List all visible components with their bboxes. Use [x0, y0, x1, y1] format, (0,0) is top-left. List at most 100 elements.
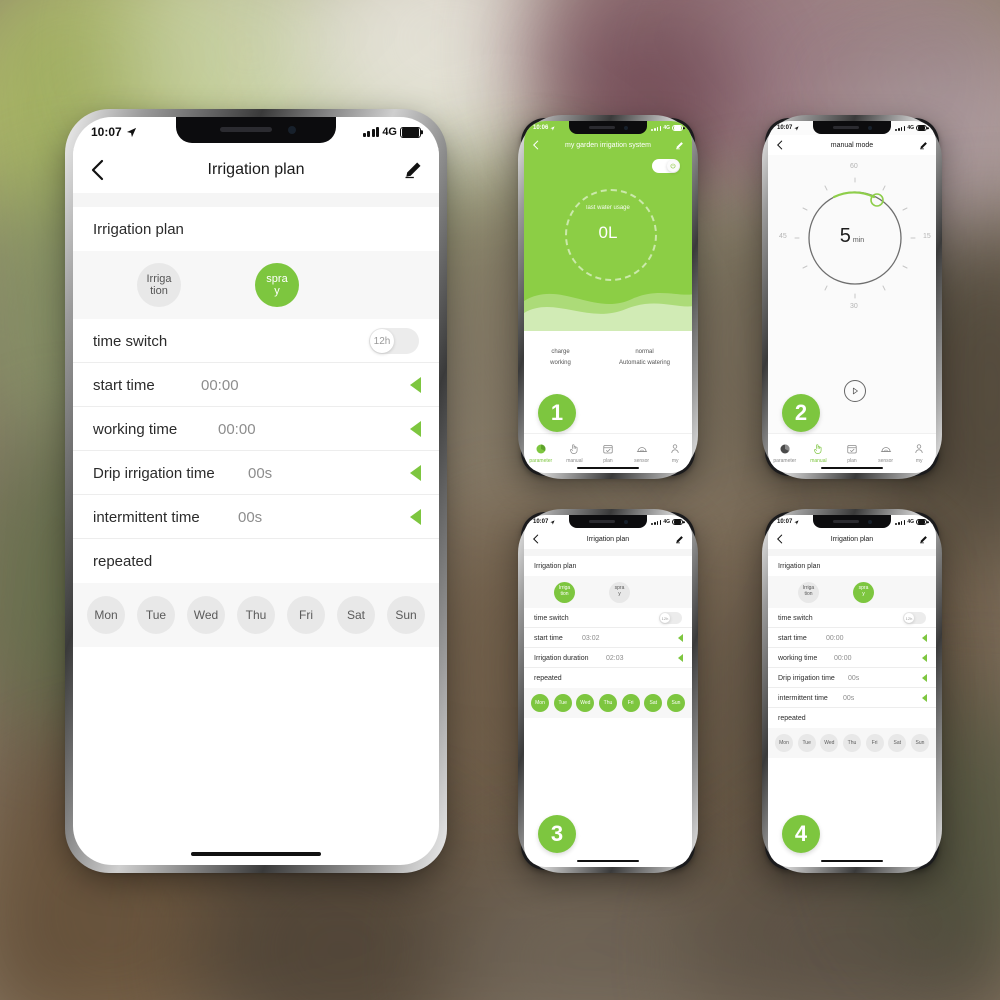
day-toggle-thu[interactable]: Thu: [842, 734, 861, 752]
chevron-left-arrow-icon[interactable]: [922, 654, 927, 662]
home-indicator[interactable]: [577, 466, 639, 469]
hero-wave-decoration: [524, 293, 692, 333]
row-time-switch[interactable]: time switch 12h: [73, 319, 439, 363]
day-toggle-mon[interactable]: Mon: [531, 694, 549, 712]
day-toggle-thu[interactable]: Thu: [237, 596, 275, 634]
edit-button[interactable]: [919, 141, 928, 150]
step-badge-number: 2: [794, 400, 808, 425]
dial-label-30: 30: [850, 303, 858, 310]
day-toggle-sun[interactable]: Sun: [387, 596, 425, 634]
status-items: charge working normal Automatic watering: [524, 349, 692, 366]
edit-button[interactable]: [403, 160, 423, 180]
row-time-switch[interactable]: time switch 12h: [524, 608, 692, 628]
back-button[interactable]: [776, 140, 783, 150]
back-button[interactable]: [89, 159, 105, 181]
mode-pill-irrigation[interactable]: Irriga tion: [554, 581, 575, 603]
signal-bars-icon: [651, 125, 662, 131]
chevron-left-arrow-icon[interactable]: [410, 509, 421, 525]
nav-bar: Irrigation plan: [768, 529, 936, 549]
edit-button[interactable]: [675, 535, 684, 544]
day-toggle-mon[interactable]: Mon: [87, 596, 125, 634]
phone-3-screen: 10:07 4G Irrigation plan Irrigation plan: [524, 515, 692, 867]
tab-parameter[interactable]: parameter: [768, 434, 802, 473]
home-indicator[interactable]: [577, 859, 639, 862]
mode-pill-irrigation[interactable]: Irriga tion: [798, 581, 819, 603]
day-label: Sat: [649, 700, 658, 706]
row-start-time[interactable]: start time 00:00: [73, 363, 439, 407]
back-button[interactable]: [532, 140, 539, 150]
day-toggle-fri[interactable]: Fri: [287, 596, 325, 634]
row-working-time[interactable]: working time 00:00: [73, 407, 439, 451]
chevron-left-arrow-icon[interactable]: [922, 674, 927, 682]
tab-my[interactable]: my: [902, 434, 936, 473]
home-indicator[interactable]: [191, 852, 321, 856]
row-value: 00s: [238, 508, 263, 526]
row-value: 00s: [848, 674, 860, 682]
tab-my[interactable]: my: [658, 434, 692, 473]
row-intermittent-time[interactable]: intermittent time 00s: [768, 688, 936, 708]
day-toggle-mon[interactable]: Mon: [775, 734, 793, 752]
day-toggle-tue[interactable]: Tue: [797, 734, 816, 752]
day-toggle-wed[interactable]: Wed: [187, 596, 225, 634]
mode-pill-spray[interactable]: spra y: [609, 581, 630, 603]
row-working-time[interactable]: working time 00:00: [768, 648, 936, 668]
day-toggle-fri[interactable]: Fri: [865, 734, 884, 752]
status-bar-right: 4G: [362, 126, 421, 138]
day-toggle-sat[interactable]: Sat: [644, 694, 663, 712]
row-drip-irrigation-time[interactable]: Drip irrigation time 00s: [768, 668, 936, 688]
day-toggle-sat[interactable]: Sat: [888, 734, 907, 752]
home-indicator[interactable]: [821, 466, 883, 469]
time-switch-toggle[interactable]: 12h: [659, 612, 682, 624]
day-toggle-tue[interactable]: Tue: [553, 694, 572, 712]
day-toggle-sun[interactable]: Sun: [666, 694, 685, 712]
mode-pill-band: Irriga tion spra y: [73, 251, 439, 319]
day-toggle-wed[interactable]: Wed: [820, 734, 839, 752]
time-switch-toggle[interactable]: 12h: [369, 328, 419, 354]
back-button[interactable]: [532, 534, 539, 544]
row-drip-irrigation-time[interactable]: Drip irrigation time 00s: [73, 451, 439, 495]
home-indicator[interactable]: [821, 859, 883, 862]
mode-pill-irrigation[interactable]: Irriga tion: [137, 263, 181, 307]
row-label: intermittent time: [93, 508, 200, 526]
chevron-left-arrow-icon[interactable]: [410, 377, 421, 393]
row-value: 00:00: [201, 376, 239, 394]
back-button[interactable]: [776, 534, 783, 544]
edit-button[interactable]: [675, 141, 684, 150]
day-label: Mon: [779, 740, 789, 746]
mode-pill-spray[interactable]: spra y: [853, 581, 874, 603]
day-toggle-thu[interactable]: Thu: [598, 694, 617, 712]
mode-pill-spray[interactable]: spra y: [255, 263, 299, 307]
row-start-time[interactable]: start time 03:02: [524, 628, 692, 648]
water-usage-caption: last water usage: [586, 205, 630, 211]
tab-parameter[interactable]: parameter: [524, 434, 558, 473]
phone-1-device: 10:06 4G my garden irrigation system las…: [518, 115, 698, 479]
day-toggle-sun[interactable]: Sun: [910, 734, 929, 752]
time-dial[interactable]: 60 15 30 45 5 min: [768, 155, 936, 310]
chevron-left-arrow-icon[interactable]: [678, 654, 683, 662]
day-toggle-tue[interactable]: Tue: [137, 596, 175, 634]
chevron-left-arrow-icon[interactable]: [410, 465, 421, 481]
row-repeated: repeated: [524, 668, 692, 688]
edit-button[interactable]: [919, 535, 928, 544]
row-time-switch[interactable]: time switch 12h: [768, 608, 936, 628]
day-toggle-sat[interactable]: Sat: [337, 596, 375, 634]
mode-pill-band: Irriga tion spra y: [768, 576, 936, 608]
day-toggle-fri[interactable]: Fri: [621, 694, 640, 712]
nav-bar: Irrigation plan: [524, 529, 692, 549]
phone-2-screen: 10:07 4G manual mode 60 15 30 45 5 min 2…: [768, 121, 936, 473]
chevron-left-arrow-icon[interactable]: [410, 421, 421, 437]
chevron-left-arrow-icon[interactable]: [922, 694, 927, 702]
power-toggle[interactable]: [652, 159, 680, 173]
play-button[interactable]: [844, 380, 866, 402]
chevron-left-arrow-icon[interactable]: [678, 634, 683, 642]
day-toggle-wed[interactable]: Wed: [576, 694, 595, 712]
time-switch-toggle[interactable]: 12h: [903, 612, 926, 624]
phone-1-screen: 10:06 4G my garden irrigation system las…: [524, 121, 692, 473]
row-intermittent-time[interactable]: intermittent time 00s: [73, 495, 439, 539]
row-irrigation-duration[interactable]: Irrigation duration 02:03: [524, 648, 692, 668]
battery-icon: [672, 125, 683, 131]
chevron-left-arrow-icon[interactable]: [922, 634, 927, 642]
front-camera: [868, 125, 872, 130]
row-start-time[interactable]: start time 00:00: [768, 628, 936, 648]
mode-pill-spray-label: spra y: [858, 585, 869, 597]
